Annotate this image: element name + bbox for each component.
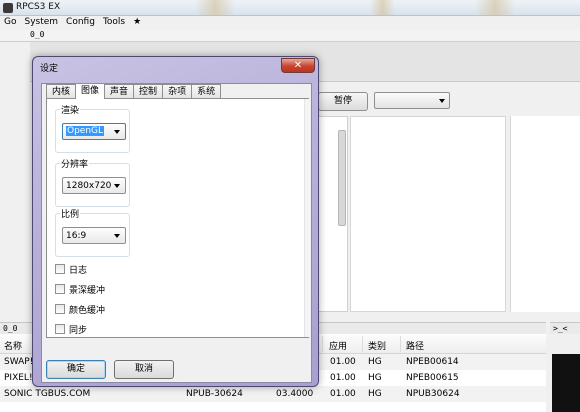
menu-go[interactable]: Go xyxy=(0,16,20,30)
column-category[interactable]: 类别 xyxy=(368,339,386,352)
column-separator xyxy=(322,336,323,352)
tab-system[interactable]: 系统 xyxy=(191,84,222,99)
side-dock-title-label: >_< xyxy=(553,324,568,333)
checkbox-box[interactable] xyxy=(55,324,65,334)
table-row[interactable]: SONIC TGBUS.COM NPUB-30624 03.4000 01.00… xyxy=(0,386,546,402)
column-app[interactable]: 应用 xyxy=(329,339,347,352)
blurred-background xyxy=(370,0,395,16)
resolution-group: 分辨率 1280x720 xyxy=(55,157,130,207)
cell-serial: NPUB-30624 xyxy=(186,389,243,399)
cell-path: NPEB00614 xyxy=(406,357,459,367)
column-path[interactable]: 路径 xyxy=(406,339,424,352)
cell-path: NPUB30624 xyxy=(406,389,460,399)
side-panel xyxy=(510,116,580,312)
cell-category: HG xyxy=(368,373,382,383)
settings-tabs: 内核 图像 声音 控制 杂项 系统 xyxy=(46,83,222,99)
checkbox-box[interactable] xyxy=(55,264,65,274)
app-icon xyxy=(3,3,13,13)
checkbox-label: 日志 xyxy=(69,266,88,276)
window-title: RPCS3 EX xyxy=(16,2,61,12)
menu-bar: Go System Config Tools ★ xyxy=(0,16,580,30)
dialog-body: 内核 图像 声音 控制 杂项 系统 渲染 OpenGL 分辨率 1280x720 xyxy=(41,83,312,383)
render-group: 渲染 OpenGL xyxy=(55,103,130,153)
column-separator xyxy=(362,336,363,352)
cell-category: HG xyxy=(368,357,382,367)
settings-dialog: 设定 ✕ 内核 图像 声音 控制 杂项 系统 渲染 OpenGL 分辨率 128… xyxy=(32,56,319,387)
close-button[interactable]: ✕ xyxy=(281,58,315,73)
cell-app: 01.00 xyxy=(330,373,356,383)
tab-audio[interactable]: 声音 xyxy=(104,84,135,99)
blurred-background xyxy=(475,0,515,16)
aspect-select[interactable]: 16:9 xyxy=(62,227,126,244)
black-preview xyxy=(552,354,580,412)
aspect-label: 比例 xyxy=(60,207,81,220)
graphics-tab-page: 渲染 OpenGL 分辨率 1280x720 比例 16:9 日志 景深缓冲 颜… xyxy=(46,98,310,338)
tab-graphics[interactable]: 图像 xyxy=(75,83,106,99)
side-dock-body xyxy=(550,334,580,412)
checkbox-box[interactable] xyxy=(55,284,65,294)
chevron-down-icon xyxy=(439,99,445,103)
chevron-down-icon xyxy=(114,130,120,134)
cell-name: SONIC TGBUS.COM xyxy=(4,389,91,399)
blurred-background xyxy=(195,0,235,16)
cell-app: 01.00 xyxy=(330,389,356,399)
column-name[interactable]: 名称 xyxy=(4,339,22,352)
render-label: 渲染 xyxy=(60,103,81,116)
resolution-label: 分辨率 xyxy=(60,157,90,170)
window-title-bar: RPCS3 EX xyxy=(0,0,580,16)
chevron-down-icon xyxy=(114,234,120,238)
aspect-group: 比例 16:9 xyxy=(55,207,130,257)
aspect-value: 16:9 xyxy=(66,231,87,241)
cell-category: HG xyxy=(368,389,382,399)
tab-page-scrollbar[interactable] xyxy=(304,99,310,337)
dock-title-label: 0_0 xyxy=(3,324,18,333)
menu-tools[interactable]: Tools xyxy=(99,16,129,30)
dialog-title: 设定 xyxy=(40,64,59,74)
main-toolbar: 0_0 xyxy=(0,30,580,42)
checkbox-box[interactable] xyxy=(55,304,65,314)
toolbar-label: 0_0 xyxy=(30,30,45,39)
cancel-button[interactable]: 取消 xyxy=(114,360,174,379)
main-dropdown[interactable] xyxy=(374,92,450,109)
menu-star[interactable]: ★ xyxy=(129,16,145,30)
chevron-down-icon xyxy=(114,184,120,188)
column-separator xyxy=(400,336,401,352)
scrollbar-thumb[interactable] xyxy=(338,130,346,226)
ok-button[interactable]: 确定 xyxy=(46,360,106,379)
cell-app: 01.00 xyxy=(330,357,356,367)
checkbox-label: 景深缓冲 xyxy=(69,286,106,296)
side-dock-title: >_< xyxy=(550,322,580,334)
renderer-value: OpenGL xyxy=(66,126,105,136)
viewport-panel xyxy=(350,116,506,312)
cell-name: SWAP! xyxy=(4,357,34,367)
cell-firmware: 03.4000 xyxy=(276,389,314,399)
cell-path: NPEB00615 xyxy=(406,373,459,383)
renderer-select[interactable]: OpenGL xyxy=(62,123,126,140)
resolution-value: 1280x720 xyxy=(66,181,112,191)
pause-button[interactable]: 暂停 xyxy=(318,92,368,111)
tab-core[interactable]: 内核 xyxy=(46,84,77,99)
checkbox-label: 同步 xyxy=(69,326,88,336)
tab-misc[interactable]: 杂项 xyxy=(162,84,193,99)
menu-system[interactable]: System xyxy=(20,16,62,30)
menu-config[interactable]: Config xyxy=(62,16,99,30)
tab-input[interactable]: 控制 xyxy=(133,84,164,99)
cell-name: PIXEL! xyxy=(4,373,33,383)
checkbox-label: 颜色缓冲 xyxy=(69,306,106,316)
resolution-select[interactable]: 1280x720 xyxy=(62,177,126,194)
